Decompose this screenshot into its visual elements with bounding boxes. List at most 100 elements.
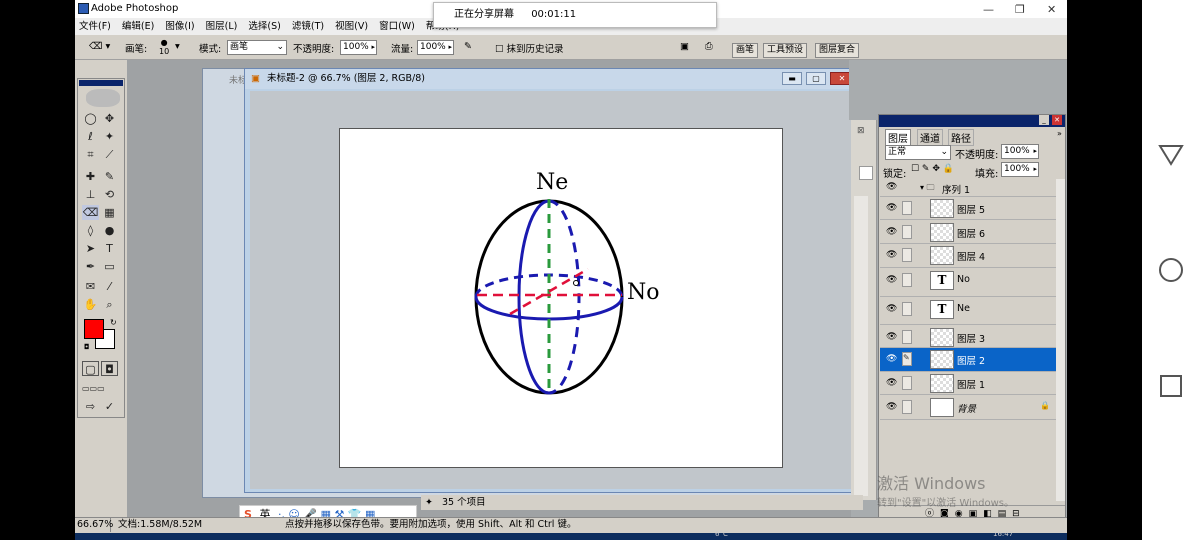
layers-panel-header[interactable]: _ ✕ (879, 115, 1065, 127)
doc-maximize-icon[interactable]: ▢ (806, 72, 826, 85)
airbrush-icon[interactable]: ✎ (464, 41, 472, 52)
home-circle-icon[interactable] (1158, 257, 1184, 283)
canvas[interactable]: Ne No (339, 128, 783, 468)
recents-square-icon[interactable] (1158, 373, 1184, 399)
visibility-eye-icon[interactable]: 👁 (886, 304, 897, 314)
layer-row[interactable]: 👁 T Ne (880, 298, 1056, 325)
collapsed-scrollbar[interactable] (854, 196, 868, 496)
move-tool-icon[interactable]: ✥ (101, 111, 118, 126)
palette-well-icon[interactable]: ⎙ (705, 41, 713, 52)
shape-tool-icon[interactable]: ▭ (101, 259, 118, 274)
link-toggle[interactable] (902, 376, 912, 390)
slice-tool-icon[interactable]: ⟋ (101, 147, 118, 162)
blend-mode-select[interactable]: 正常 ⌄ (885, 145, 951, 160)
visibility-eye-icon[interactable]: 👁 (886, 227, 897, 237)
layer-row[interactable]: 👁 图层 3 (880, 326, 1056, 348)
layer-row[interactable]: 👁 图层 6 (880, 221, 1056, 244)
blur-tool-icon[interactable]: ◊ (82, 223, 99, 238)
layer-row[interactable]: 👁 背景 🔒 (880, 396, 1056, 420)
doc-size[interactable]: 文档:1.58M/8.52M (118, 519, 202, 530)
gradient-tool-icon[interactable]: ▦ (101, 205, 118, 220)
link-toggle[interactable] (902, 302, 912, 316)
visibility-eye-icon[interactable]: 👁 (886, 250, 897, 260)
minimize-icon[interactable]: — (983, 1, 994, 19)
visibility-eye-icon[interactable]: 👁 (886, 378, 897, 388)
jump-icon[interactable]: ✓ (101, 399, 118, 414)
eraser-tool-icon-active[interactable]: ⌫ (82, 205, 99, 220)
file-browser-icon[interactable]: ▣ (680, 41, 689, 52)
chevron-down-icon[interactable]: ▾ (175, 41, 180, 52)
zoom-readout[interactable]: 66.67% (75, 518, 113, 532)
layer-row[interactable]: 👁 图层 5 (880, 197, 1056, 220)
foreground-color-swatch[interactable] (84, 319, 104, 339)
tab-tool-presets[interactable]: 工具预设 (763, 43, 808, 58)
crop-tool-icon[interactable]: ⌗ (82, 147, 99, 162)
type-tool-icon[interactable]: T (101, 241, 118, 256)
eyedropper-icon[interactable]: ⁄ (101, 279, 118, 294)
mode-select[interactable]: 画笔 ⌄ (227, 40, 287, 55)
menu-image[interactable]: 图像(I) (165, 21, 194, 32)
layer-group-row[interactable]: 👁 ▾ 🗀 序列 1 (880, 179, 1056, 197)
link-toggle[interactable] (902, 400, 912, 414)
zoom-tool-icon[interactable]: ⌕ (101, 297, 118, 312)
flow-field[interactable]: 100% ▸ (417, 40, 454, 55)
panel-close-icon[interactable]: ✕ (1052, 115, 1062, 125)
link-toggle[interactable] (902, 273, 912, 287)
imageready-icon[interactable]: ⇨ (82, 399, 99, 414)
tools-palette-header[interactable] (79, 80, 123, 86)
lasso-tool-icon[interactable]: ℓ (82, 129, 99, 144)
menu-select[interactable]: 选择(S) (248, 21, 280, 32)
visibility-eye-icon[interactable]: 👁 (886, 402, 897, 412)
lock-icons[interactable]: ☐ ✎ ✥ 🔒 (911, 164, 954, 174)
path-select-icon[interactable]: ➤ (82, 241, 99, 256)
tab-channels[interactable]: 通道 (917, 129, 943, 146)
document-window[interactable]: ▣ 未标题-2 @ 66.7% (图层 2, RGB/8) ▬ ▢ ✕ Ne N… (244, 68, 867, 493)
tab-layer-comps[interactable]: 图层复合 (815, 43, 860, 58)
quickmask-mode-icon[interactable]: ◘ (101, 361, 118, 376)
tab-brushes[interactable]: 画笔 (732, 43, 759, 58)
healing-brush-icon[interactable]: ✚ (82, 169, 99, 184)
link-toggle[interactable] (902, 248, 912, 262)
visibility-eye-icon[interactable]: 👁 (886, 182, 897, 192)
brush-preset-picker[interactable]: ● 10 (159, 38, 169, 56)
visibility-eye-icon[interactable]: 👁 (886, 354, 897, 364)
link-toggle[interactable]: ✎ (902, 352, 912, 366)
panel-minimize-icon[interactable]: _ (1039, 115, 1049, 125)
link-toggle[interactable] (902, 201, 912, 215)
marquee-tool-icon[interactable]: ◯ (82, 111, 99, 126)
restore-icon[interactable]: ❐ (1015, 1, 1025, 19)
opacity-field[interactable]: 100% ▸ (340, 40, 377, 55)
layer-row[interactable]: 👁 T No (880, 269, 1056, 297)
doc-minimize-icon[interactable]: ▬ (782, 72, 802, 85)
swap-colors-icon[interactable]: ↻ (110, 318, 117, 327)
collapsed-field[interactable] (859, 166, 873, 180)
tab-layers[interactable]: 图层 (885, 129, 911, 146)
menu-filter[interactable]: 滤镜(T) (292, 21, 324, 32)
menu-file[interactable]: 文件(F) (79, 21, 111, 32)
eraser-tool-icon[interactable]: ⌫ ▾ (89, 41, 110, 52)
tab-paths[interactable]: 路径 (948, 129, 974, 146)
fill-field[interactable]: 100% ▸ (1001, 162, 1039, 177)
dodge-tool-icon[interactable]: ● (101, 223, 118, 238)
screen-mode-icon[interactable]: ▭▭▭ (82, 381, 105, 396)
visibility-eye-icon[interactable]: 👁 (886, 203, 897, 213)
layer-opacity-field[interactable]: 100% ▸ (1001, 144, 1039, 159)
standard-mode-icon[interactable]: ▢ (82, 361, 99, 376)
magic-wand-icon[interactable]: ✦ (101, 129, 118, 144)
history-brush-icon[interactable]: ⟲ (101, 187, 118, 202)
hand-tool-icon[interactable]: ✋ (82, 297, 99, 312)
close-icon[interactable]: ✕ (1047, 1, 1056, 19)
screen-share-indicator[interactable]: 正在分享屏幕 00:01:11 (433, 2, 717, 28)
default-colors-icon[interactable]: ◘ (84, 343, 90, 351)
layer-row[interactable]: 👁 图层 1 (880, 372, 1056, 395)
pen-tool-icon[interactable]: ✒ (82, 259, 99, 274)
menu-window[interactable]: 窗口(W) (379, 21, 415, 32)
menu-layer[interactable]: 图层(L) (206, 21, 238, 32)
notes-tool-icon[interactable]: ✉ (82, 279, 99, 294)
visibility-eye-icon[interactable]: 👁 (886, 332, 897, 342)
menu-edit[interactable]: 编辑(E) (122, 21, 154, 32)
back-triangle-icon[interactable] (1158, 142, 1184, 168)
panel-menu-icon[interactable]: » (1057, 129, 1062, 138)
clone-stamp-icon[interactable]: ⊥ (82, 187, 99, 202)
layer-row[interactable]: 👁 ✎ 图层 2 (880, 348, 1056, 372)
